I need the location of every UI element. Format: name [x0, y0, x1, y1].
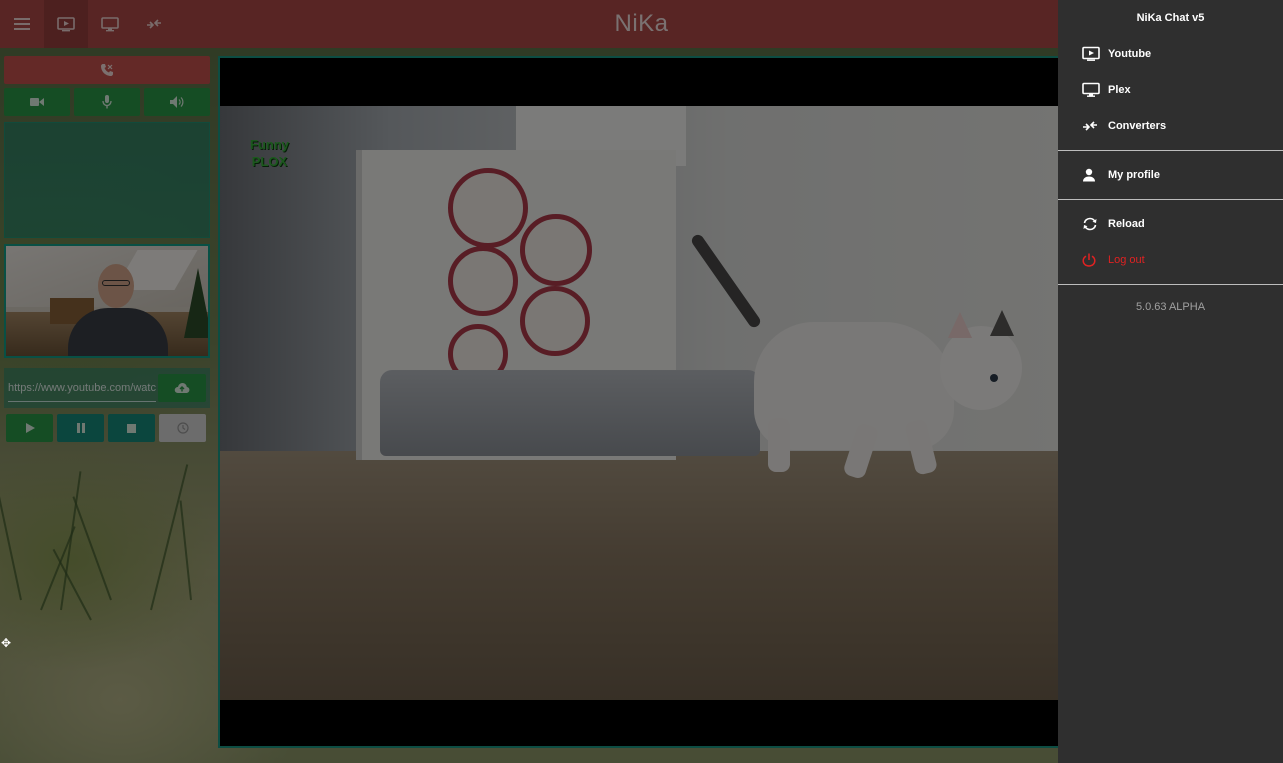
drawer-item-label: Reload [1108, 218, 1145, 230]
person-icon [1083, 168, 1095, 182]
drawer-divider [1058, 284, 1283, 285]
app-version: 5.0.63 ALPHA [1135, 301, 1206, 313]
drawer-divider [1058, 150, 1283, 151]
power-icon [1082, 253, 1096, 267]
mouse-cursor-icon: ✥ [1, 636, 12, 650]
drawer-item-youtube[interactable]: Youtube [1058, 36, 1283, 72]
converters-icon [1083, 121, 1097, 131]
drawer-item-log-out[interactable]: Log out [1058, 242, 1283, 278]
reload-icon [1083, 217, 1097, 231]
drawer-item-my-profile[interactable]: My profile [1058, 157, 1283, 193]
drawer-item-label: Converters [1108, 120, 1167, 132]
drawer-title: NiKa Chat v5 [1136, 12, 1205, 24]
drawer-item-converters[interactable]: Converters [1058, 108, 1283, 144]
drawer-item-label: Plex [1108, 84, 1131, 96]
navigation-drawer: NiKa Chat v5 Youtube Plex Converters My … [1058, 0, 1283, 763]
drawer-item-label: Log out [1108, 254, 1145, 266]
drawer-item-label: Youtube [1108, 48, 1152, 60]
drawer-item-plex[interactable]: Plex [1058, 72, 1283, 108]
drawer-item-reload[interactable]: Reload [1058, 206, 1283, 242]
youtube-icon [1082, 46, 1100, 61]
monitor-icon [1082, 82, 1100, 97]
drawer-divider [1058, 199, 1283, 200]
drawer-item-label: My profile [1108, 169, 1160, 181]
